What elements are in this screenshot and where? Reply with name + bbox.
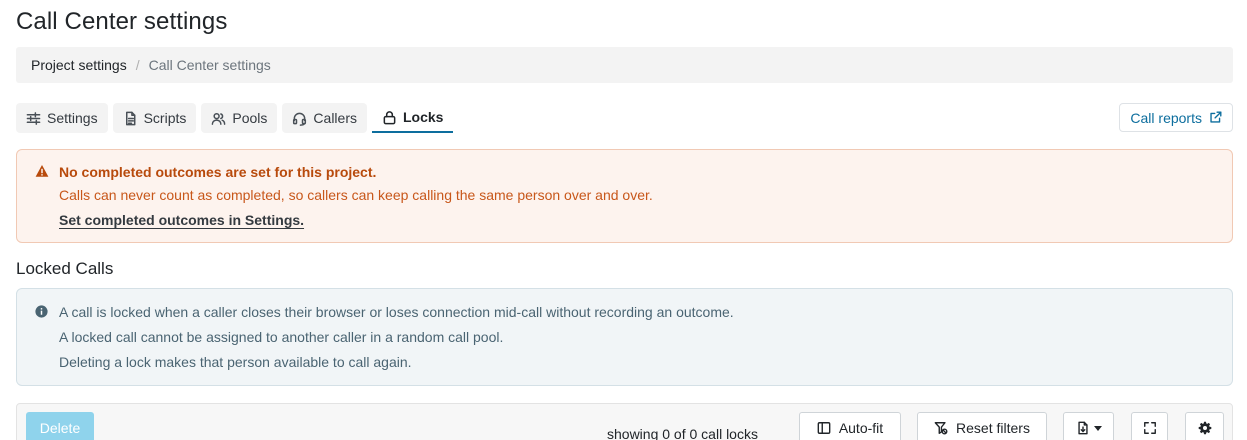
tab-settings-label: Settings	[47, 110, 98, 126]
tab-pools-label: Pools	[232, 110, 268, 126]
tab-settings[interactable]: Settings	[16, 103, 108, 133]
section-title-locked-calls: Locked Calls	[16, 259, 114, 278]
info-line-1: A call is locked when a caller closes th…	[59, 304, 734, 320]
breadcrumb-separator: /	[135, 57, 140, 73]
file-export-icon	[1077, 421, 1088, 435]
row-count-text: showing 0 of 0 call locks	[607, 426, 758, 440]
info-line-2: A locked call cannot be assigned to anot…	[59, 329, 504, 345]
headset-icon	[293, 112, 307, 126]
tab-locks[interactable]: Locks	[372, 103, 454, 133]
reset-filters-button[interactable]: Reset filters	[917, 412, 1047, 440]
call-reports-label: Call reports	[1130, 109, 1202, 126]
breadcrumb-project-settings-link[interactable]: Project settings	[31, 57, 127, 73]
tab-callers[interactable]: Callers	[282, 103, 367, 133]
page-title: Call Center settings	[16, 8, 228, 35]
settings-gear-button[interactable]	[1185, 412, 1224, 440]
settings-tabs: Settings Scripts Pools Callers Locks	[16, 103, 454, 133]
warning-title: No completed outcomes are set for this p…	[59, 164, 377, 180]
columns-icon	[817, 422, 831, 434]
call-reports-button[interactable]: Call reports	[1119, 103, 1233, 132]
locked-calls-info: A call is locked when a caller closes th…	[16, 288, 1233, 386]
external-link-icon	[1210, 111, 1222, 123]
chevron-down-icon	[1093, 425, 1102, 431]
export-dropdown-button[interactable]	[1063, 412, 1114, 440]
tab-callers-label: Callers	[313, 110, 357, 126]
info-circle-icon	[35, 305, 48, 318]
warning-text: Calls can never count as completed, so c…	[59, 187, 653, 203]
sliders-icon	[26, 111, 41, 125]
auto-fit-label: Auto-fit	[838, 420, 884, 436]
breadcrumb: Project settings / Call Center settings	[16, 47, 1233, 83]
document-icon	[125, 111, 136, 125]
fullscreen-icon	[1143, 422, 1156, 434]
tab-scripts-label: Scripts	[143, 110, 187, 126]
reset-filters-label: Reset filters	[956, 420, 1030, 436]
tab-pools[interactable]: Pools	[201, 103, 278, 133]
users-icon	[212, 112, 226, 125]
lock-icon	[383, 110, 396, 124]
locks-table-toolbar: Delete showing 0 of 0 call locks Auto-fi…	[16, 403, 1233, 440]
completed-outcomes-warning: No completed outcomes are set for this p…	[16, 149, 1233, 243]
info-line-3: Deleting a lock makes that person availa…	[59, 354, 412, 370]
fullscreen-button[interactable]	[1131, 412, 1168, 440]
delete-button[interactable]: Delete	[26, 412, 94, 440]
auto-fit-button[interactable]: Auto-fit	[799, 412, 901, 440]
filter-reset-icon	[934, 422, 948, 435]
tab-locks-label: Locks	[403, 109, 444, 125]
breadcrumb-current: Call Center settings	[148, 57, 271, 73]
tab-scripts[interactable]: Scripts	[112, 103, 197, 133]
set-completed-outcomes-link[interactable]: Set completed outcomes in Settings.	[59, 212, 304, 228]
warning-triangle-icon	[35, 165, 49, 177]
gear-icon	[1198, 421, 1211, 435]
